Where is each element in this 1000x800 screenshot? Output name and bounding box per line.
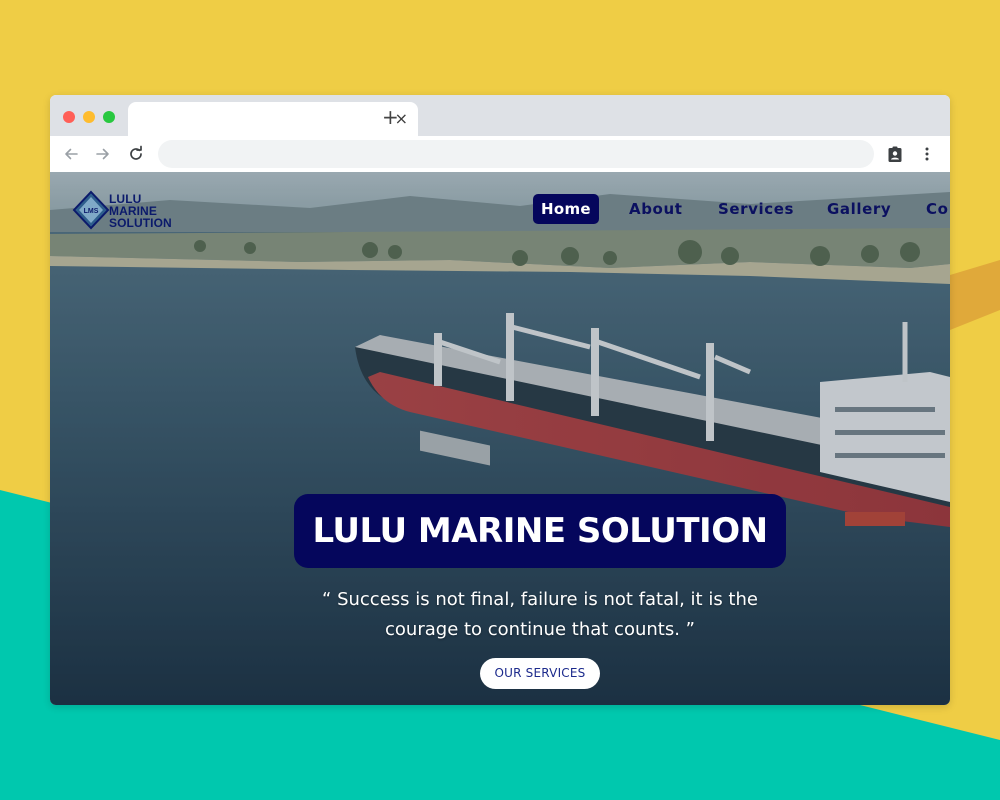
new-tab-icon[interactable]: +	[382, 107, 399, 127]
logo-badge-text: LMS	[84, 208, 99, 215]
minimize-window-dot[interactable]	[83, 111, 95, 123]
site-logo[interactable]: LMS LULU MARINE SOLUTION	[72, 190, 182, 234]
browser-window: × + LMS LULU MARINE SOLUTION Home About …	[50, 95, 950, 705]
nav-item-gallery[interactable]: Gallery	[827, 194, 891, 224]
nav-item-home[interactable]: Home	[533, 194, 599, 224]
hero-quote: “ Success is not final, failure is not f…	[322, 589, 758, 640]
logo-wordmark: LULU MARINE SOLUTION	[109, 193, 189, 229]
browser-tab[interactable]: ×	[128, 102, 418, 136]
nav-item-services[interactable]: Services	[718, 194, 794, 224]
presentation-background: × + LMS LULU MARINE SOLUTION Home About …	[0, 0, 1000, 800]
close-window-dot[interactable]	[63, 111, 75, 123]
address-bar[interactable]	[158, 140, 874, 168]
clipboard-profile-icon[interactable]	[886, 145, 904, 163]
our-services-button[interactable]: OUR SERVICES	[480, 658, 600, 689]
forward-arrow-icon[interactable]	[94, 145, 112, 163]
nav-item-contact-truncated[interactable]: Co	[926, 194, 949, 224]
maximize-window-dot[interactable]	[103, 111, 115, 123]
hero-title: LULU MARINE SOLUTION	[294, 494, 786, 568]
logo-line-3: SOLUTION	[109, 216, 172, 230]
page-viewport: LMS LULU MARINE SOLUTION Home About Serv…	[50, 172, 950, 705]
orange-accent-shape	[950, 260, 1000, 330]
browser-tab-bar: × +	[50, 95, 950, 136]
back-arrow-icon[interactable]	[62, 145, 80, 163]
lms-diamond-logo-icon: LMS	[72, 190, 110, 230]
reload-icon[interactable]	[127, 145, 145, 163]
kebab-menu-icon[interactable]	[918, 145, 936, 163]
browser-toolbar	[50, 136, 950, 172]
nav-item-about[interactable]: About	[629, 194, 683, 224]
